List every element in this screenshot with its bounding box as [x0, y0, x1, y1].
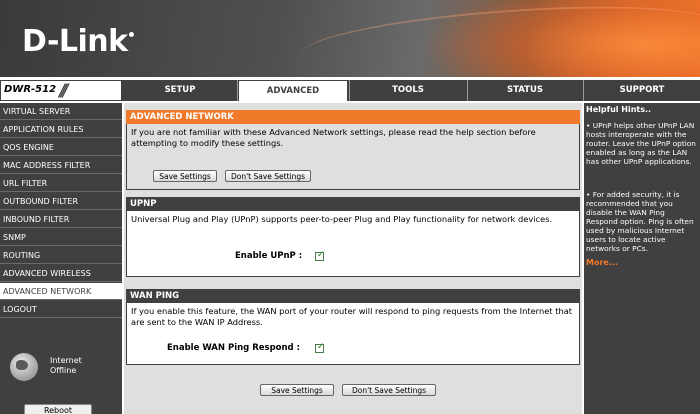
wan-ping-description: If you enable this feature, the WAN port…: [131, 306, 573, 327]
intro-text: If you are not familiar with these Advan…: [131, 127, 536, 148]
section-title: WAN PING: [126, 289, 580, 303]
model-badge: DWR-512 ///: [0, 80, 122, 101]
dont-save-settings-button[interactable]: Don't Save Settings: [225, 170, 311, 182]
upnp-section: UPNP Universal Plug and Play (UPnP) supp…: [126, 197, 580, 277]
enable-upnp-label: Enable UPnP :: [235, 251, 303, 261]
sidebar-item-virtual-server[interactable]: VIRTUAL SERVER: [0, 103, 122, 120]
more-hints-link[interactable]: More...: [586, 258, 618, 267]
sidebar-item-routing[interactable]: ROUTING: [0, 247, 122, 264]
tab-status[interactable]: STATUS: [468, 80, 582, 101]
section-title: UPNP: [126, 197, 580, 211]
sidebar-item-inbound-filter[interactable]: INBOUND FILTER: [0, 211, 122, 228]
sidebar-item-outbound-filter[interactable]: OUTBOUND FILTER: [0, 193, 122, 210]
section-body: If you enable this feature, the WAN port…: [126, 303, 580, 365]
sidebar-item-qos-engine[interactable]: QOS ENGINE: [0, 139, 122, 156]
advanced-network-section: ADVANCED NETWORK If you are not familiar…: [126, 110, 580, 190]
sidebar-item-logout[interactable]: LOGOUT: [0, 301, 122, 318]
helpful-hints-panel: Helpful Hints.. • UPnP helps other UPnP …: [584, 103, 700, 414]
checkmark-icon: ✓: [317, 250, 325, 260]
hints-title: Helpful Hints..: [586, 105, 652, 114]
hint-upnp: • UPnP helps other UPnP LAN hosts intero…: [586, 121, 696, 166]
top-nav: DWR-512 /// SETUP ADVANCED TOOLS STATUS …: [0, 80, 700, 101]
tab-setup[interactable]: SETUP: [124, 80, 236, 101]
tab-advanced[interactable]: ADVANCED: [238, 81, 348, 101]
internet-status-value: Offline: [50, 366, 77, 375]
upnp-description: Universal Plug and Play (UPnP) supports …: [131, 214, 553, 224]
globe-icon: [10, 353, 38, 381]
enable-wan-ping-label: Enable WAN Ping Respond :: [167, 343, 300, 353]
reboot-button[interactable]: Reboot: [24, 404, 92, 414]
internet-status-label: Internet: [50, 356, 82, 365]
main-content: ADVANCED NETWORK If you are not familiar…: [124, 103, 582, 414]
sidebar: VIRTUAL SERVER APPLICATION RULES QOS ENG…: [0, 103, 122, 414]
sidebar-item-application-rules[interactable]: APPLICATION RULES: [0, 121, 122, 138]
model-name: DWR-512: [4, 84, 57, 95]
bottom-dont-save-settings-button[interactable]: Don't Save Settings: [342, 384, 436, 396]
section-title: ADVANCED NETWORK: [126, 110, 580, 124]
internet-status: Internet Offline: [50, 356, 82, 376]
bottom-save-settings-button[interactable]: Save Settings: [260, 384, 334, 396]
dlink-logo: D-Link: [22, 24, 134, 59]
sidebar-item-snmp[interactable]: SNMP: [0, 229, 122, 246]
checkmark-icon: ✓: [317, 342, 325, 352]
section-body: Universal Plug and Play (UPnP) supports …: [126, 211, 580, 277]
sidebar-item-advanced-network[interactable]: ADVANCED NETWORK: [0, 283, 122, 300]
tab-tools[interactable]: TOOLS: [350, 80, 466, 101]
tab-support[interactable]: SUPPORT: [584, 80, 700, 101]
sidebar-item-advanced-wireless[interactable]: ADVANCED WIRELESS: [0, 265, 122, 282]
sidebar-item-mac-address-filter[interactable]: MAC ADDRESS FILTER: [0, 157, 122, 174]
section-body: If you are not familiar with these Advan…: [126, 124, 580, 190]
header-banner: D-Link: [0, 0, 700, 77]
sidebar-item-url-filter[interactable]: URL FILTER: [0, 175, 122, 192]
model-slash-decoration: ///: [59, 81, 68, 101]
enable-wan-ping-checkbox[interactable]: ✓: [315, 342, 325, 353]
save-settings-button[interactable]: Save Settings: [153, 170, 217, 182]
wan-ping-section: WAN PING If you enable this feature, the…: [126, 289, 580, 365]
hint-wan-ping: • For added security, it is recommended …: [586, 190, 694, 253]
enable-upnp-checkbox[interactable]: ✓: [315, 250, 325, 261]
